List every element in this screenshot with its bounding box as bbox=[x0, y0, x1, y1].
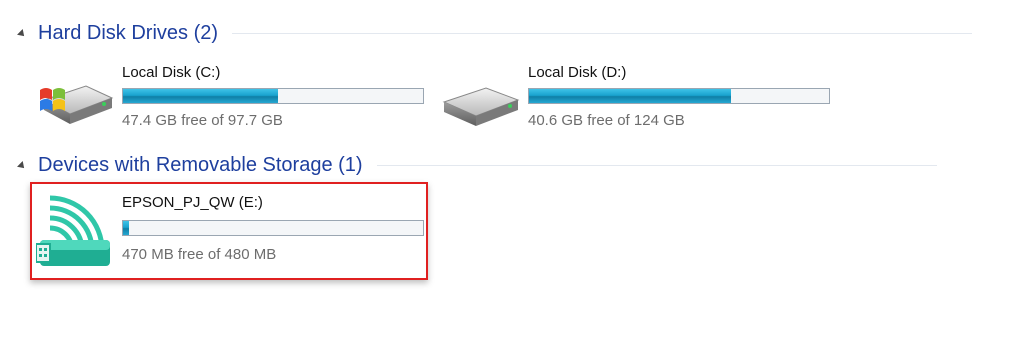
drive-usage-fill bbox=[529, 89, 731, 103]
drive-free-space: 40.6 GB free of 124 GB bbox=[528, 112, 685, 129]
collapse-triangle-icon[interactable] bbox=[17, 29, 27, 39]
group-divider bbox=[232, 32, 973, 34]
collapse-triangle-icon[interactable] bbox=[17, 161, 27, 171]
windows-hard-drive-icon bbox=[36, 80, 116, 133]
drive-usage-bar bbox=[528, 88, 830, 104]
group-header-hard-disk-drives[interactable]: Hard Disk Drives (2) bbox=[17, 20, 973, 46]
drive-item-d[interactable]: Local Disk (D:) 40.6 GB free of 124 GB bbox=[440, 60, 840, 140]
selection-highlight-box bbox=[30, 182, 428, 280]
drive-name: Local Disk (D:) bbox=[528, 64, 627, 81]
group-title: Hard Disk Drives (2) bbox=[38, 21, 219, 44]
drive-name: Local Disk (C:) bbox=[122, 64, 221, 81]
group-header-removable-storage[interactable]: Devices with Removable Storage (1) bbox=[17, 152, 937, 178]
group-divider bbox=[376, 164, 937, 166]
group-title: Devices with Removable Storage (1) bbox=[38, 153, 363, 176]
drive-usage-bar bbox=[122, 88, 424, 104]
drive-free-space: 47.4 GB free of 97.7 GB bbox=[122, 112, 283, 129]
drive-item-c[interactable]: Local Disk (C:) 47.4 GB free of 97.7 GB bbox=[36, 60, 436, 140]
hard-drive-icon bbox=[440, 84, 520, 133]
drive-usage-fill bbox=[123, 89, 278, 103]
